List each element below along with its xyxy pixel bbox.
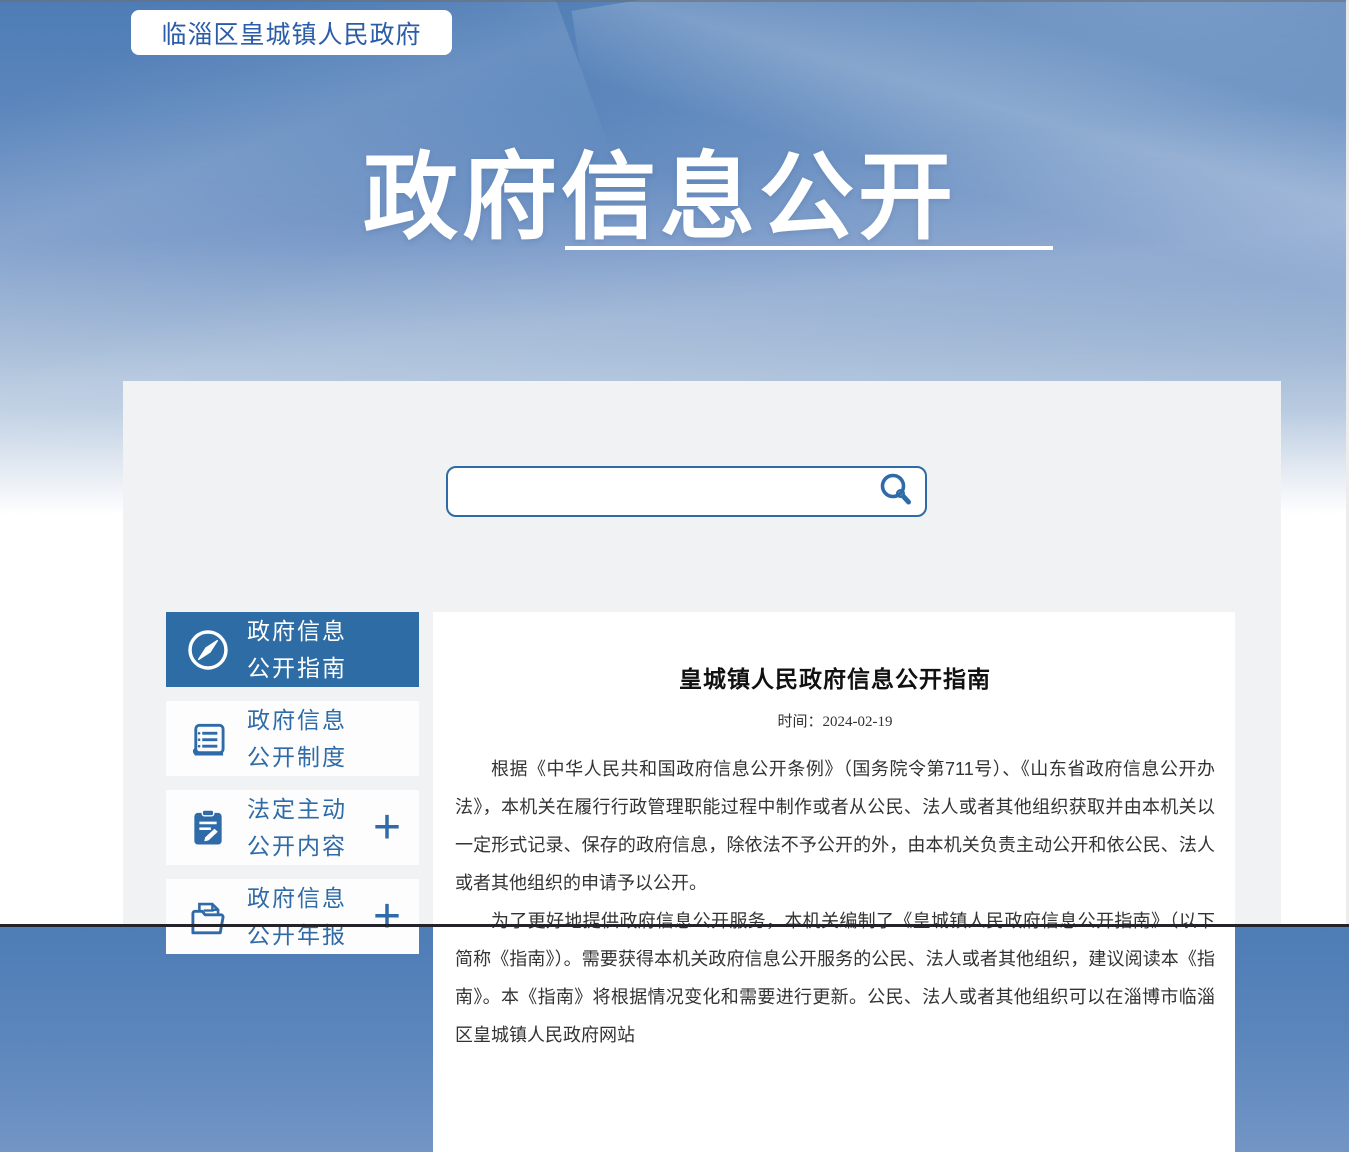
page-title: 政府信息公开 [352,121,968,258]
search-input[interactable] [448,468,867,515]
article-paragraph: 根据《中华人民共和国政府信息公开条例》（国务院令第711号）、《山东省政府信息公… [455,750,1215,902]
sidebar-item-label: 政府信息 公开年报 [247,880,347,954]
sidebar-item-label: 政府信息 公开指南 [247,613,347,687]
compass-icon [185,627,231,673]
article-card: 皇城镇人民政府信息公开指南 时间：2024-02-19 根据《中华人民共和国政府… [433,612,1235,1152]
expand-plus-icon[interactable]: + [373,893,401,941]
book-icon [185,716,231,762]
article-body: 根据《中华人民共和国政府信息公开条例》（国务院令第711号）、《山东省政府信息公… [455,750,1215,1054]
article-date: 时间：2024-02-19 [455,710,1215,731]
sidebar-item-fading-zhudong[interactable]: 法定主动 公开内容 + [166,790,419,865]
folder-doc-icon [185,894,231,940]
sidebar-item-label: 政府信息 公开制度 [247,702,347,776]
article-title: 皇城镇人民政府信息公开指南 [455,660,1215,694]
search-button[interactable] [867,468,925,515]
site-name-badge[interactable]: 临淄区皇城镇人民政府 [131,10,452,55]
search-bar [446,466,927,517]
sidebar-item-label: 法定主动 公开内容 [247,791,347,865]
sidebar-item-gongkai-zhinan[interactable]: 政府信息 公开指南 [166,612,419,687]
sidebar-item-gongkai-zhidu[interactable]: 政府信息 公开制度 [166,701,419,776]
title-underline [565,246,1053,250]
sidebar-nav: 政府信息 公开指南 政府信息 公开制度 [166,612,419,968]
clipboard-pen-icon [185,805,231,851]
sidebar-item-gongkai-nianbao[interactable]: 政府信息 公开年报 + [166,879,419,954]
search-icon [878,472,914,511]
expand-plus-icon[interactable]: + [373,804,401,852]
window-top-edge [0,0,1349,2]
